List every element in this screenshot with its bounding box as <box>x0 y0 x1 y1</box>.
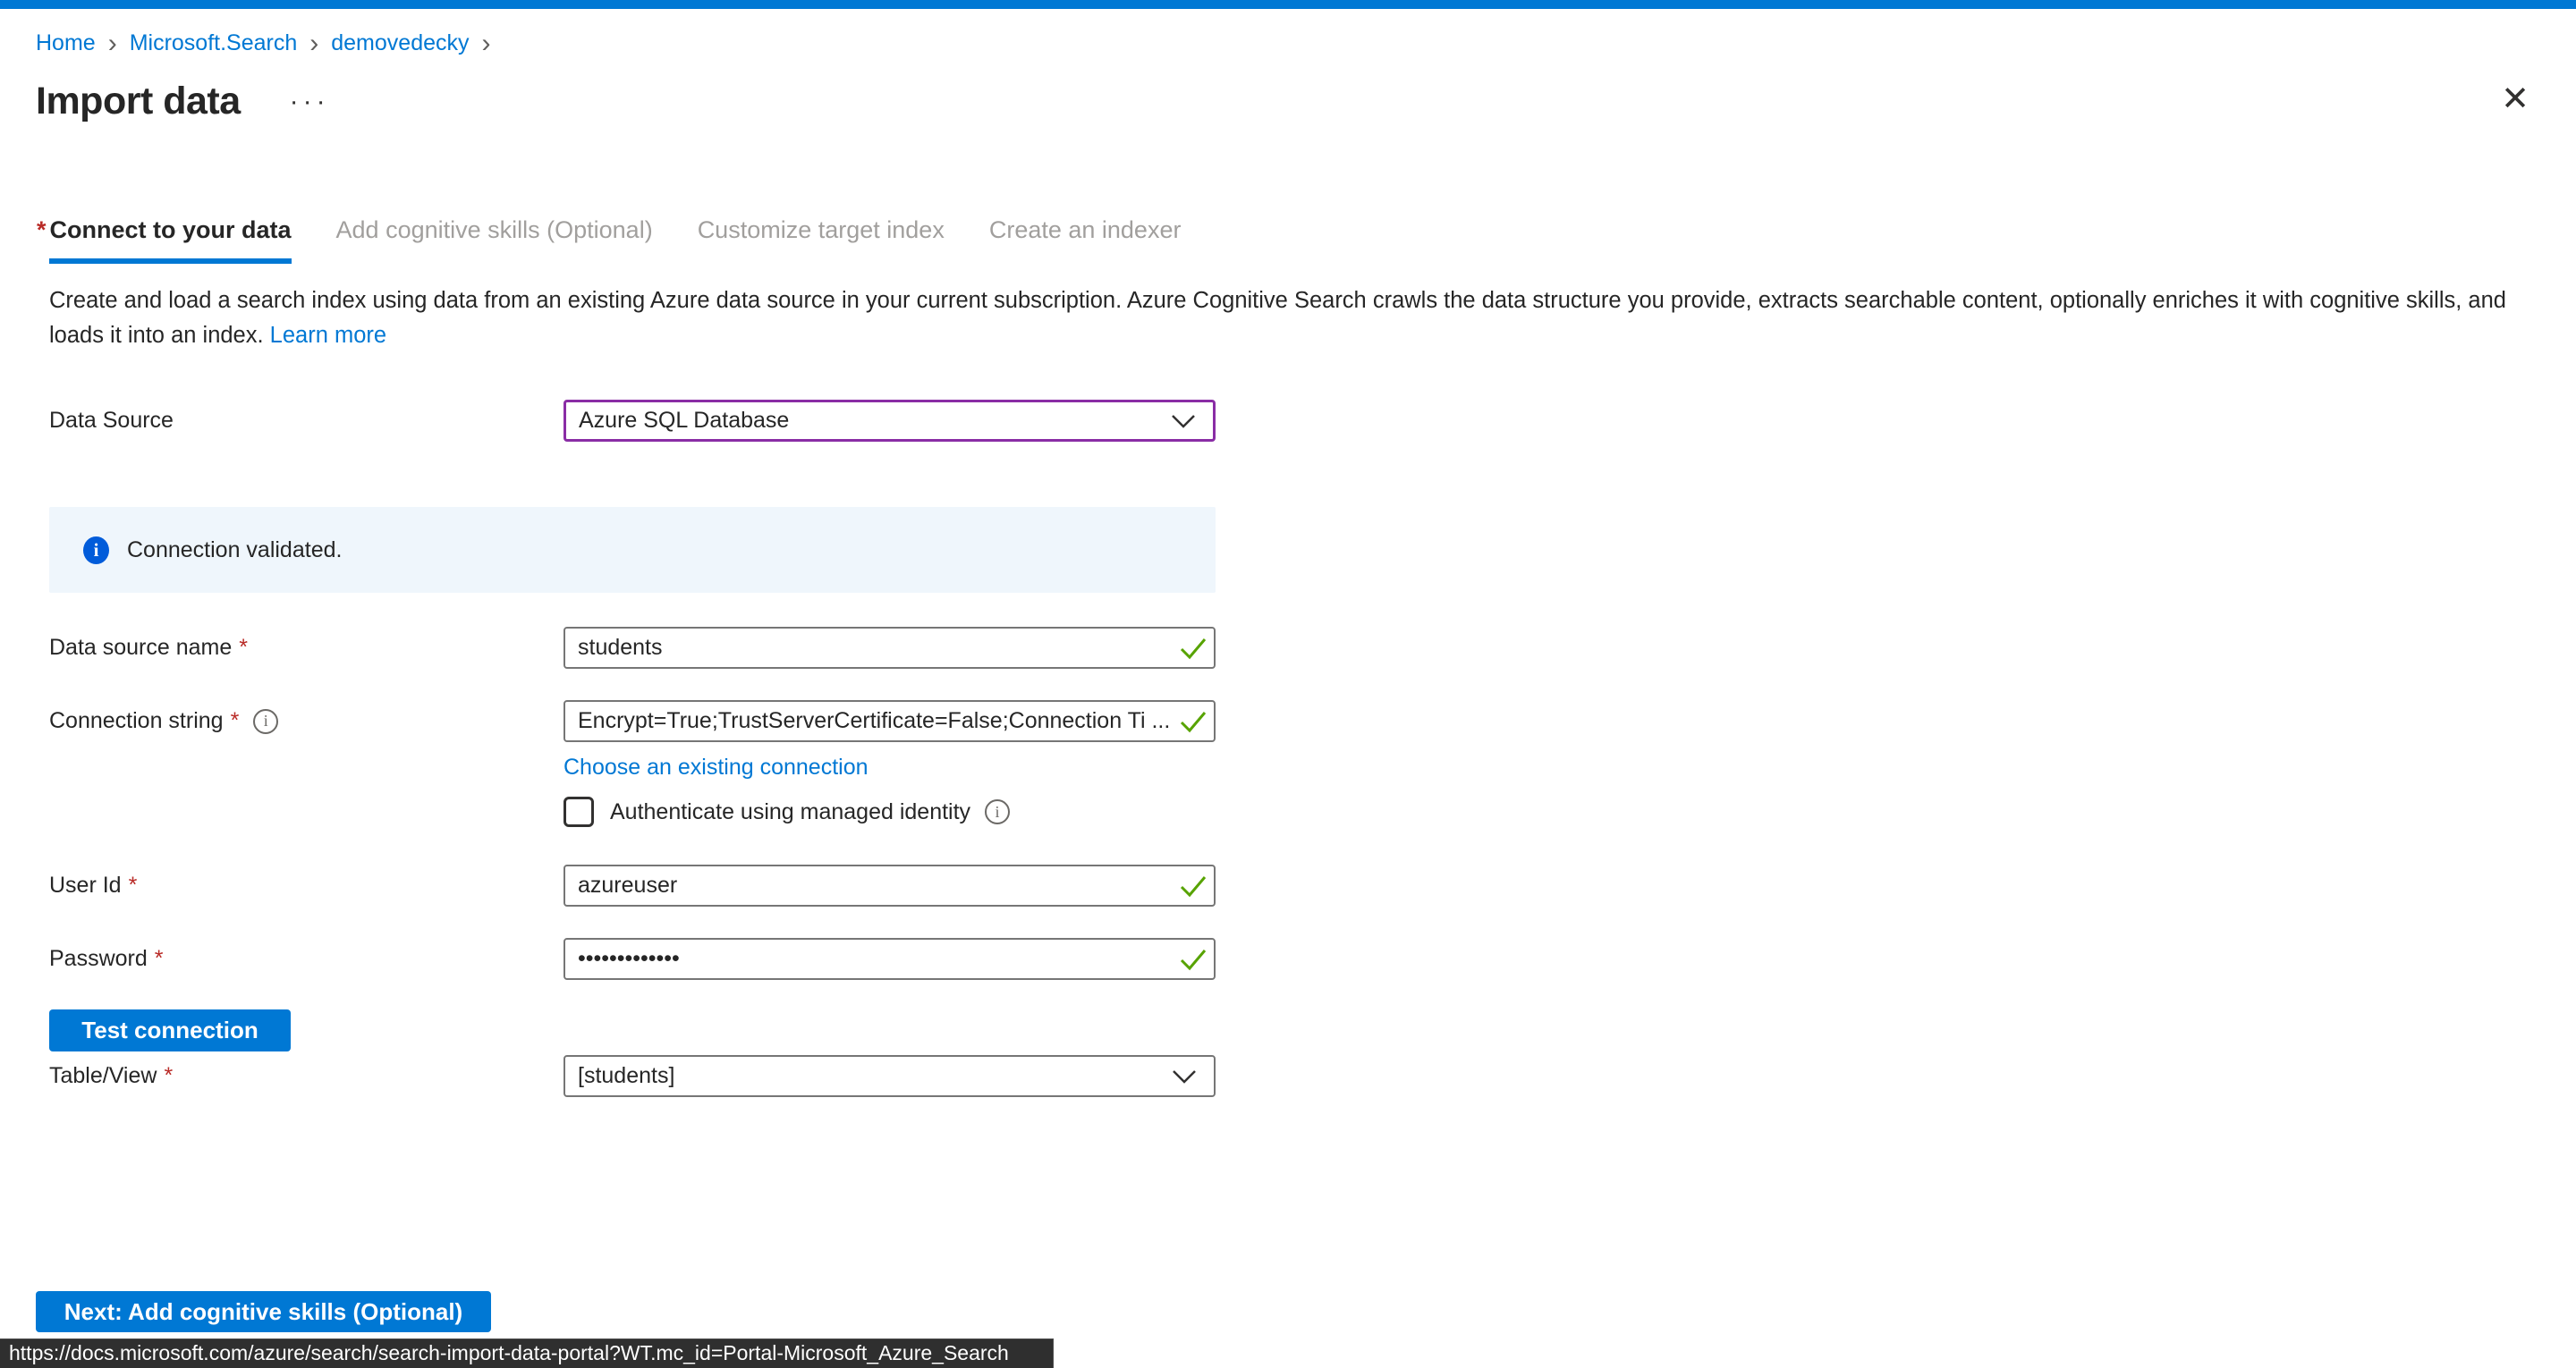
test-connection-button[interactable]: Test connection <box>49 1009 291 1051</box>
user-id-label: User Id * <box>49 873 564 899</box>
learn-more-link[interactable]: Learn more <box>270 323 386 348</box>
required-asterisk: * <box>37 216 47 243</box>
breadcrumb-microsoft-search[interactable]: Microsoft.Search <box>130 30 298 56</box>
breadcrumb-separator-icon: › <box>482 32 491 55</box>
connection-string-input[interactable] <box>564 700 1216 742</box>
tab-label: Add cognitive skills (Optional) <box>336 216 653 243</box>
valid-check-icon <box>1178 709 1208 734</box>
managed-identity-label: Authenticate using managed identity <box>610 799 970 825</box>
tab-customize-target-index[interactable]: Customize target index <box>698 216 945 264</box>
chevron-down-icon <box>1171 1068 1198 1085</box>
data-source-name-input[interactable] <box>564 627 1216 669</box>
required-asterisk: * <box>164 1063 173 1089</box>
info-tooltip-icon[interactable]: i <box>253 709 278 734</box>
connect-data-form: Data Source Azure SQL Database i Connect… <box>49 400 1216 1097</box>
close-icon[interactable]: ✕ <box>2501 82 2529 116</box>
chevron-down-icon <box>1170 413 1197 429</box>
breadcrumb-separator-icon: › <box>108 32 117 55</box>
password-label: Password * <box>49 946 564 972</box>
info-icon: i <box>83 536 109 564</box>
data-source-name-label: Data source name * <box>49 635 564 661</box>
table-view-label: Table/View * <box>49 1063 564 1089</box>
description-text: Create and load a search index using dat… <box>49 288 2506 348</box>
data-source-label: Data Source <box>49 408 564 434</box>
tab-label: Create an indexer <box>989 216 1182 243</box>
connection-string-label: Connection string * i <box>49 708 564 734</box>
valid-check-icon <box>1178 874 1208 899</box>
breadcrumb-demovedecky[interactable]: demovedecky <box>331 30 469 56</box>
valid-check-icon <box>1178 636 1208 661</box>
breadcrumb-home[interactable]: Home <box>36 30 96 56</box>
password-input[interactable] <box>564 938 1216 980</box>
required-asterisk: * <box>129 873 138 899</box>
user-id-input[interactable] <box>564 865 1216 907</box>
page-description: Create and load a search index using dat… <box>49 283 2527 353</box>
tab-create-an-indexer[interactable]: Create an indexer <box>989 216 1182 264</box>
required-asterisk: * <box>239 635 248 661</box>
data-source-dropdown[interactable]: Azure SQL Database <box>564 400 1216 442</box>
wizard-tabs: *Connect to your data Add cognitive skil… <box>49 216 2576 264</box>
required-asterisk: * <box>155 946 164 972</box>
tab-connect-to-your-data[interactable]: *Connect to your data <box>49 216 292 264</box>
breadcrumb: Home › Microsoft.Search › demovedecky › <box>36 30 2576 56</box>
info-tooltip-icon[interactable]: i <box>985 799 1010 824</box>
page-title: Import data <box>36 80 241 123</box>
data-source-value: Azure SQL Database <box>579 408 789 434</box>
context-menu-ellipsis-icon[interactable]: ··· <box>290 93 330 111</box>
tab-label: Connect to your data <box>50 216 292 243</box>
next-add-cognitive-skills-button[interactable]: Next: Add cognitive skills (Optional) <box>36 1291 491 1332</box>
tab-add-cognitive-skills[interactable]: Add cognitive skills (Optional) <box>336 216 653 264</box>
table-view-dropdown[interactable]: [students] <box>564 1055 1216 1097</box>
tab-label: Customize target index <box>698 216 945 243</box>
managed-identity-checkbox[interactable] <box>564 797 594 827</box>
breadcrumb-separator-icon: › <box>309 32 318 55</box>
table-view-value: [students] <box>578 1063 674 1089</box>
portal-top-accent-bar <box>0 0 2576 9</box>
link-preview-statusbar: https://docs.microsoft.com/azure/search/… <box>0 1338 1054 1368</box>
valid-check-icon <box>1178 947 1208 972</box>
required-asterisk: * <box>231 708 240 734</box>
banner-text: Connection validated. <box>127 537 342 563</box>
connection-validated-banner: i Connection validated. <box>49 507 1216 593</box>
choose-existing-connection-link[interactable]: Choose an existing connection <box>564 755 869 780</box>
